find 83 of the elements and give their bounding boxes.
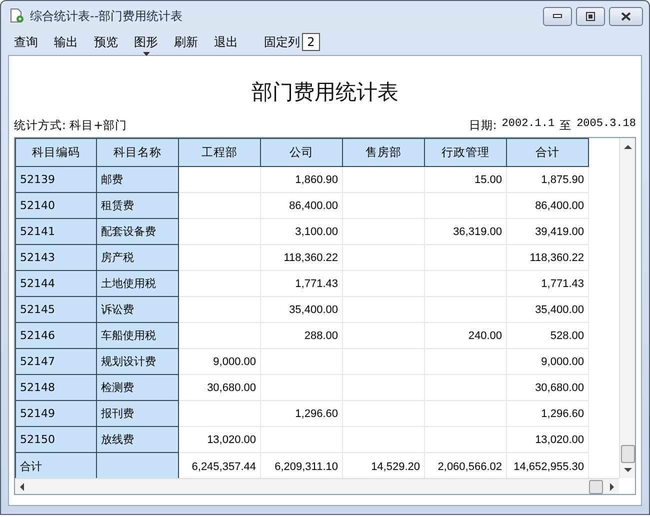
date-separator: 至	[560, 118, 572, 133]
code-cell: 52150	[16, 426, 96, 452]
date-label: 日期:	[468, 118, 497, 133]
name-cell: 诉讼费	[96, 296, 178, 322]
toolbar-button[interactable]: 输出	[52, 34, 86, 50]
code-cell: 52144	[16, 270, 96, 296]
document-icon	[10, 8, 24, 24]
amount-cell: 9,000.00	[178, 348, 260, 374]
amount-cell: 288.00	[260, 322, 342, 348]
amount-cell: 528.00	[506, 322, 588, 348]
column-header: 售房部	[342, 138, 424, 166]
amount-cell: 86,400.00	[260, 192, 342, 218]
scroll-thumb[interactable]	[620, 445, 634, 463]
amount-cell: 118,360.22	[260, 244, 342, 270]
amount-cell: 35,400.00	[506, 296, 588, 322]
code-cell: 52147	[16, 348, 96, 374]
column-header: 工程部	[178, 138, 260, 166]
maximize-icon	[586, 12, 595, 20]
code-cell: 52139	[16, 166, 96, 192]
toolbar-button[interactable]: 刷新	[172, 34, 206, 50]
code-cell: 52149	[16, 400, 96, 426]
column-header: 科目名称	[96, 138, 178, 166]
amount-cell: 1,860.90	[260, 166, 342, 192]
amount-cell: 1,771.43	[260, 270, 342, 296]
scroll-up-icon[interactable]	[624, 144, 632, 150]
code-cell: 52148	[16, 374, 96, 400]
code-cell: 52140	[16, 192, 96, 218]
close-button[interactable]	[609, 6, 643, 26]
amount-cell: 240.00	[424, 322, 506, 348]
amount-cell: 30,680.00	[178, 374, 260, 400]
amount-cell: 3,100.00	[260, 218, 342, 244]
window-title: 综合统计表--部门费用统计表	[30, 8, 184, 24]
code-cell: 52143	[16, 244, 96, 270]
amount-cell: 86,400.00	[506, 192, 588, 218]
toolbar-button[interactable]: 退出	[212, 34, 246, 50]
minimize-button[interactable]	[543, 6, 572, 26]
name-cell: 租赁费	[96, 192, 178, 218]
close-icon	[621, 12, 631, 20]
amount-cell: 1,296.60	[260, 400, 342, 426]
amount-cell: 15.00	[424, 166, 506, 192]
maximize-button[interactable]	[576, 6, 605, 26]
name-cell: 配套设备费	[96, 218, 178, 244]
statistics-method: 统计方式: 科目+部门	[14, 118, 128, 133]
amount-cell: 9,000.00	[506, 348, 588, 374]
amount-cell: 1,875.90	[506, 166, 588, 192]
amount-cell: 35,400.00	[260, 296, 342, 322]
name-cell: 土地使用税	[96, 270, 178, 296]
amount-cell: 118,360.22	[506, 244, 588, 270]
name-cell: 检测费	[96, 374, 178, 400]
scroll-left-icon[interactable]	[19, 482, 25, 490]
fixed-columns-label: 固定列	[264, 34, 300, 50]
amount-cell: 30,680.00	[506, 374, 588, 400]
code-cell: 52141	[16, 218, 96, 244]
column-header: 公司	[260, 138, 342, 166]
minimize-icon	[553, 14, 562, 18]
column-header: 合计	[506, 138, 588, 166]
toolbar-button[interactable]: 图形	[132, 34, 166, 50]
toolbar-button[interactable]: 预览	[92, 34, 126, 50]
end-date: 2005.3.18	[576, 118, 636, 132]
name-cell: 放线费	[96, 426, 178, 452]
column-header: 行政管理	[424, 138, 506, 166]
amount-cell: 39,419.00	[506, 218, 588, 244]
code-cell: 52146	[16, 322, 96, 348]
name-cell: 车船使用税	[96, 322, 178, 348]
total-label: 合计	[16, 452, 96, 478]
amount-cell: 13,020.00	[178, 426, 260, 452]
scroll-right-icon[interactable]	[609, 482, 615, 490]
report-title: 部门费用统计表	[250, 79, 400, 106]
code-cell: 52145	[16, 296, 96, 322]
amount-cell: 13,020.00	[506, 426, 588, 452]
scroll-thumb[interactable]	[589, 480, 603, 494]
toolbar-button[interactable]: 查询	[12, 34, 46, 50]
amount-cell: 1,771.43	[506, 270, 588, 296]
start-date: 2002.1.1	[502, 118, 555, 132]
name-cell: 规划设计费	[96, 348, 178, 374]
scroll-down-icon[interactable]	[624, 467, 632, 473]
amount-cell: 1,296.60	[506, 400, 588, 426]
name-cell: 邮费	[96, 166, 178, 192]
name-cell: 房产税	[96, 244, 178, 270]
fixed-columns-field[interactable]: 2	[302, 33, 320, 51]
column-header: 科目编码	[16, 138, 96, 166]
amount-cell: 36,319.00	[424, 218, 506, 244]
name-cell: 报刊费	[96, 400, 178, 426]
